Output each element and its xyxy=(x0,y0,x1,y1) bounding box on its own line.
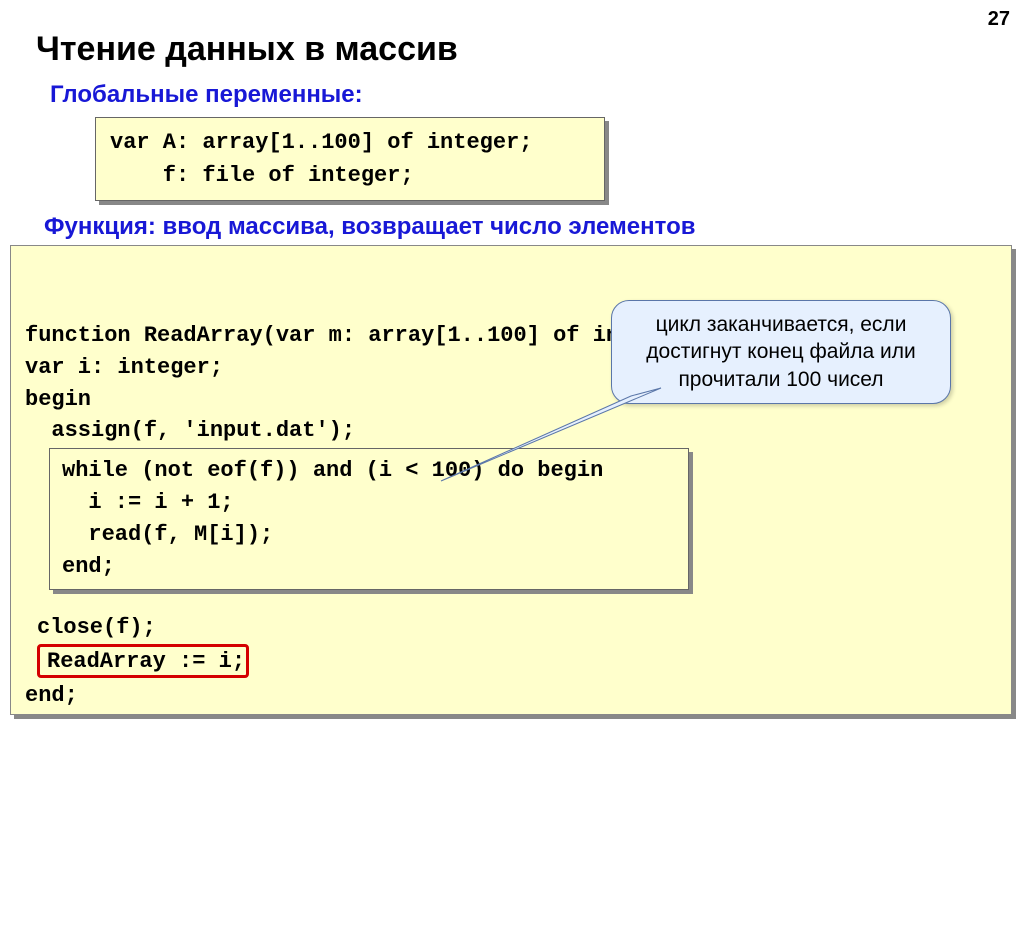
page-title: Чтение данных в массив xyxy=(0,0,1024,77)
code-end: end; xyxy=(25,680,78,712)
page-number: 27 xyxy=(988,8,1010,31)
highlight-readarray xyxy=(37,644,249,678)
section-globals-label: Глобальные переменные: xyxy=(0,81,1024,109)
code-close: close(f); xyxy=(37,612,156,644)
code-globals: var A: array[1..100] of integer; f: file… xyxy=(95,117,605,201)
callout-tail-icon xyxy=(431,386,671,496)
section-function-label: Функция: ввод массива, возвращает число … xyxy=(0,213,1024,241)
code-function-block: function ReadArray(var m: array[1..100] … xyxy=(10,245,1012,715)
